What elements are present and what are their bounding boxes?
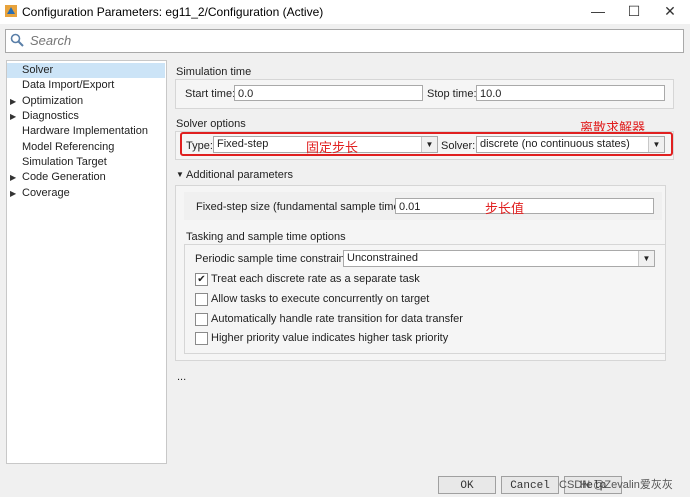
start-time-label: Start time: [185, 88, 236, 100]
maximize-button[interactable]: ☐ [616, 0, 652, 24]
tree-item-coverage[interactable]: ▶ Coverage [7, 186, 165, 201]
annotation-step-value: 步长值 [485, 201, 525, 216]
expand-arrow-icon[interactable]: ▶ [10, 186, 16, 201]
annotation-fixed-step: 固定步长 [306, 140, 359, 155]
dropdown-arrow-icon[interactable]: ▼ [421, 137, 437, 152]
step-size-label: Fixed-step size (fundamental sample time… [196, 201, 407, 213]
checkbox-separate-task[interactable]: ✔ [195, 273, 208, 286]
solver-select-value: discrete (no continuous states) [480, 138, 630, 150]
solver-label: Solver: [441, 140, 476, 152]
tree-item-code-generation[interactable]: ▶ Code Generation [7, 170, 165, 185]
type-label: Type: [186, 140, 213, 152]
simulation-time-title: Simulation time [176, 66, 252, 78]
expand-arrow-icon[interactable]: ▶ [10, 170, 16, 185]
tree-item-data-import-export[interactable]: Data Import/Export [7, 78, 165, 93]
ellipsis-text: ... [177, 371, 187, 383]
periodic-constraint-select[interactable]: Unconstrained ▼ [343, 250, 655, 267]
stop-time-label: Stop time: [427, 88, 477, 100]
periodic-constraint-label: Periodic sample time constraint: [195, 253, 351, 265]
tree-item-diagnostics[interactable]: ▶ Diagnostics [7, 109, 165, 124]
expand-arrow-icon[interactable]: ▶ [10, 94, 16, 109]
stop-time-field[interactable]: 10.0 [476, 85, 665, 101]
start-time-field[interactable]: 0.0 [234, 85, 423, 101]
tree-item-model-referencing[interactable]: Model Referencing [7, 140, 165, 155]
cancel-button[interactable]: Cancel [501, 476, 559, 494]
checkbox-rate-transition[interactable] [195, 313, 208, 326]
additional-parameters-title[interactable]: Additional parameters [186, 169, 293, 181]
solver-options-title: Solver options [176, 118, 246, 130]
type-select-value: Fixed-step [217, 138, 269, 150]
close-button[interactable]: ✕ [652, 0, 688, 24]
checkbox-separate-task-label: Treat each discrete rate as a separate t… [211, 273, 420, 285]
ok-button[interactable]: OK [438, 476, 496, 494]
tree-item-solver[interactable]: Solver [7, 63, 165, 78]
solver-select[interactable]: discrete (no continuous states) ▼ [476, 136, 665, 153]
collapse-arrow-icon[interactable]: ▼ [176, 170, 184, 179]
expand-arrow-icon[interactable]: ▶ [10, 109, 16, 124]
watermark: CSDN @Zevalin爱灰灰 [559, 479, 673, 491]
tree-item-simulation-target[interactable]: Simulation Target [7, 155, 165, 170]
minimize-button[interactable]: — [580, 0, 616, 24]
tree-item-hardware-implementation[interactable]: Hardware Implementation [7, 124, 165, 139]
checkbox-higher-priority-label: Higher priority value indicates higher t… [211, 332, 449, 344]
category-tree: Solver Data Import/Export ▶ Optimization … [6, 60, 167, 464]
simulink-icon [5, 5, 17, 17]
checkbox-concurrent-tasks-label: Allow tasks to execute concurrently on t… [211, 293, 430, 305]
dropdown-arrow-icon[interactable]: ▼ [648, 137, 664, 152]
tasking-title: Tasking and sample time options [186, 231, 346, 243]
search-input[interactable] [28, 32, 672, 49]
checkbox-higher-priority[interactable] [195, 332, 208, 345]
dropdown-arrow-icon[interactable]: ▼ [638, 251, 654, 266]
periodic-constraint-value: Unconstrained [347, 252, 418, 264]
step-size-field[interactable]: 0.01 [395, 198, 654, 214]
title-bar: Configuration Parameters: eg11_2/Configu… [0, 0, 690, 24]
tree-item-optimization[interactable]: ▶ Optimization [7, 94, 165, 109]
checkbox-rate-transition-label: Automatically handle rate transition for… [211, 313, 463, 325]
search-icon [10, 33, 24, 47]
search-box[interactable] [5, 29, 684, 53]
checkbox-concurrent-tasks[interactable] [195, 293, 208, 306]
window-title: Configuration Parameters: eg11_2/Configu… [22, 5, 324, 19]
